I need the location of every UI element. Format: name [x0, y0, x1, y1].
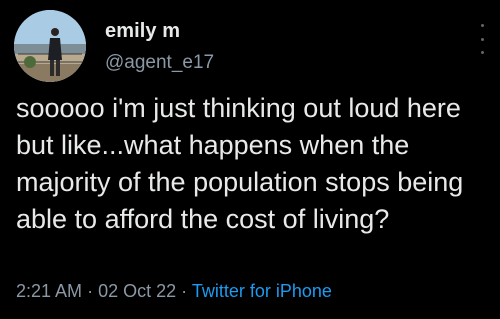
tweet-meta: 2:21 AM · 02 Oct 22 · Twitter for iPhone — [16, 281, 332, 302]
meta-separator: · — [87, 281, 94, 301]
tweet-card: emily m @agent_e17 sooooo i'm just think… — [0, 0, 500, 319]
user-handle[interactable]: @agent_e17 — [105, 52, 214, 74]
more-dot — [480, 51, 484, 54]
tweet-time[interactable]: 2:21 AM — [16, 281, 82, 301]
profile-photo-icon — [14, 10, 86, 82]
avatar[interactable] — [14, 10, 86, 82]
display-name[interactable]: emily m — [105, 20, 180, 43]
tweet-source-link[interactable]: Twitter for iPhone — [192, 281, 332, 301]
tweet-text: sooooo i'm just thinking out loud here b… — [16, 93, 464, 234]
more-options-icon[interactable] — [478, 24, 486, 54]
more-dot — [480, 24, 484, 27]
more-dot — [480, 37, 484, 41]
meta-separator: · — [181, 281, 188, 301]
tweet-date[interactable]: 02 Oct 22 — [98, 281, 176, 301]
